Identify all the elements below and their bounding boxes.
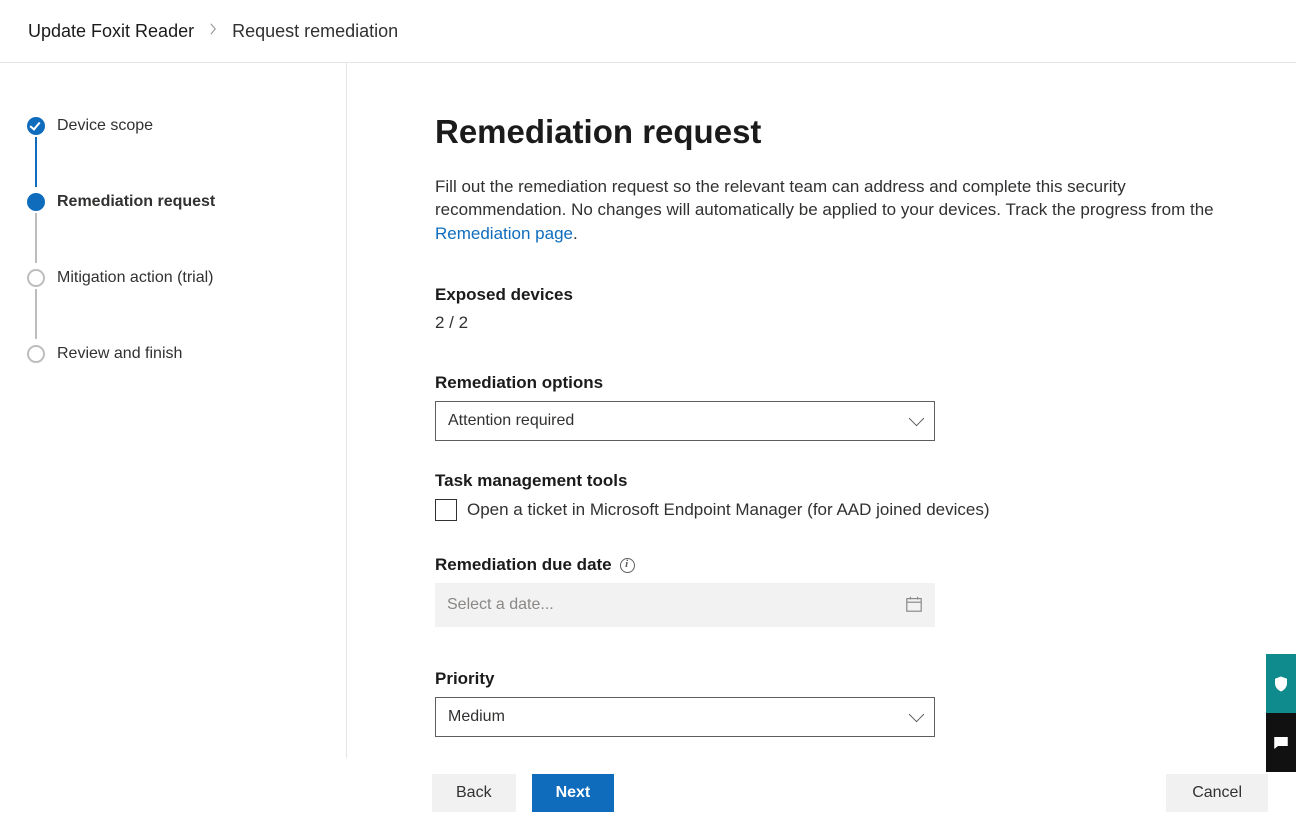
wizard-step-review-finish[interactable]: Review and finish [27,341,346,367]
wizard-step-label: Mitigation action (trial) [57,269,214,287]
check-icon [27,117,45,135]
wizard-step-remediation-request[interactable]: Remediation request [27,189,346,215]
wizard-step-mitigation-action[interactable]: Mitigation action (trial) [27,265,346,291]
dropdown-value: Attention required [448,412,574,430]
remediation-options-label: Remediation options [435,373,1236,393]
wizard-connector [35,289,37,339]
back-button[interactable]: Back [432,774,516,812]
circle-icon [27,269,45,287]
task-management-label: Task management tools [435,471,1236,491]
chat-icon [1272,734,1290,752]
wizard-nav: Device scope Remediation request Mitigat… [0,63,347,828]
chevron-right-icon [208,22,218,40]
remediation-options-section: Remediation options Attention required [435,373,1236,441]
priority-dropdown[interactable]: Medium [435,697,935,737]
open-ticket-label: Open a ticket in Microsoft Endpoint Mana… [467,500,990,520]
due-date-label-text: Remediation due date [435,555,612,575]
breadcrumb-item-1[interactable]: Update Foxit Reader [28,21,194,42]
exposed-devices-section: Exposed devices 2 / 2 [435,285,1236,333]
dropdown-value: Medium [448,708,505,726]
exposed-devices-value: 2 / 2 [435,313,1236,333]
priority-label: Priority [435,669,1236,689]
chevron-down-icon [909,707,925,723]
breadcrumb: Update Foxit Reader Request remediation [0,0,1296,63]
due-date-placeholder: Select a date... [447,596,554,614]
next-button[interactable]: Next [532,774,615,812]
dot-icon [27,193,45,211]
due-date-field[interactable]: Select a date... [435,583,935,627]
wizard-footer: Back Next Cancel [0,758,1296,828]
cancel-button[interactable]: Cancel [1166,774,1268,812]
info-icon[interactable] [620,558,635,573]
wizard-step-device-scope[interactable]: Device scope [27,113,346,139]
wizard-step-label: Device scope [57,117,153,135]
page-description: Fill out the remediation request so the … [435,175,1236,245]
breadcrumb-item-2: Request remediation [232,21,398,42]
desc-text: Fill out the remediation request so the … [435,177,1214,219]
due-date-section: Remediation due date Select a date... [435,555,1236,627]
chevron-down-icon [909,411,925,427]
desc-tail: . [573,224,578,243]
main-content: Remediation request Fill out the remedia… [347,63,1296,828]
exposed-devices-label: Exposed devices [435,285,1236,305]
dock-feedback-button[interactable] [1266,713,1296,772]
wizard-connector [35,213,37,263]
wizard-step-label: Review and finish [57,345,182,363]
shield-icon [1272,675,1290,693]
remediation-page-link[interactable]: Remediation page [435,224,573,243]
open-ticket-checkbox[interactable] [435,499,457,521]
task-management-section: Task management tools Open a ticket in M… [435,471,1236,521]
page-title: Remediation request [435,113,1236,151]
circle-icon [27,345,45,363]
wizard-step-label: Remediation request [57,193,215,211]
wizard-connector [35,137,37,187]
remediation-options-dropdown[interactable]: Attention required [435,401,935,441]
open-ticket-row: Open a ticket in Microsoft Endpoint Mana… [435,499,1236,521]
right-dock [1266,654,1296,772]
due-date-label: Remediation due date [435,555,1236,575]
calendar-icon [905,595,923,613]
dock-help-button[interactable] [1266,654,1296,713]
